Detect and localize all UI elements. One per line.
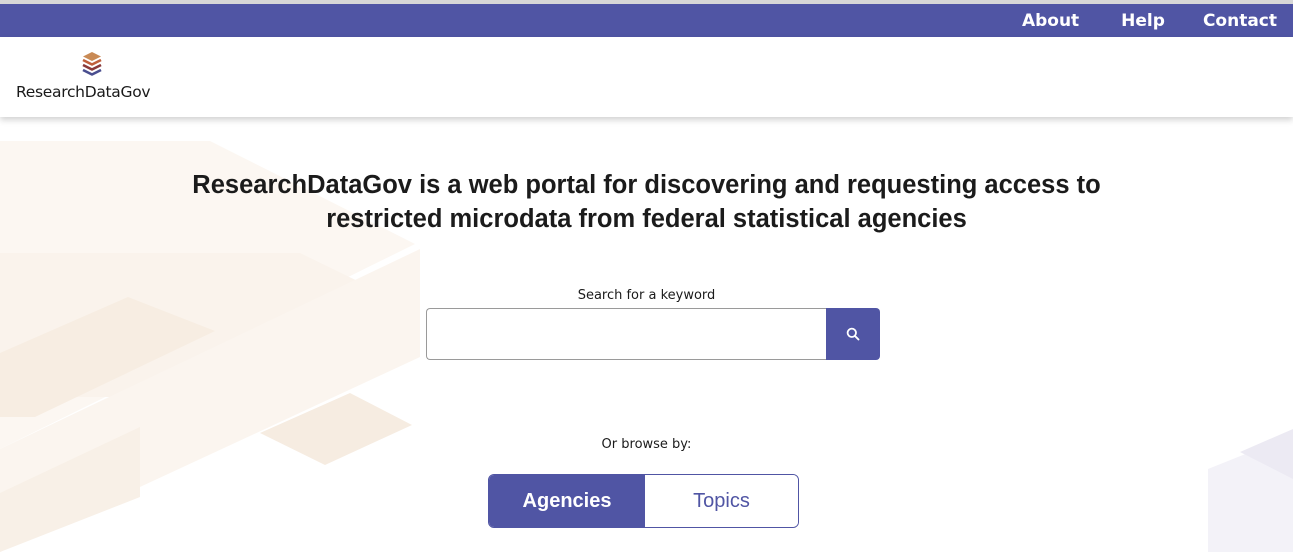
browse-topics-button[interactable]: Topics [645,475,798,527]
search-button[interactable] [826,308,880,360]
stacked-books-icon [80,51,104,77]
page-headline: ResearchDataGov is a web portal for disc… [0,168,1293,236]
top-nav: About Help Contact [1022,4,1293,37]
page: About Help Contact ResearchDataGov Resea… [0,0,1293,552]
browse-agencies-button[interactable]: Agencies [489,475,645,527]
top-navigation-bar: About Help Contact [0,0,1293,37]
nav-about-link[interactable]: About [1022,11,1079,31]
headline-line-1: ResearchDataGov is a web portal for disc… [192,171,1101,199]
site-logo-link[interactable]: ResearchDataGov [16,51,176,107]
browse-label: Or browse by: [601,437,692,452]
site-header: ResearchDataGov [0,37,1293,117]
search-label: Search for a keyword [577,288,716,303]
browse-toggle: Agencies Topics [488,474,799,528]
search-icon [846,327,860,341]
hero-section: ResearchDataGov is a web portal for disc… [0,117,1293,552]
nav-help-link[interactable]: Help [1121,11,1165,31]
nav-contact-link[interactable]: Contact [1203,11,1277,31]
search-input[interactable] [426,308,828,360]
logo-text: ResearchDataGov [16,83,151,101]
headline-line-2: restricted microdata from federal statis… [326,205,967,233]
